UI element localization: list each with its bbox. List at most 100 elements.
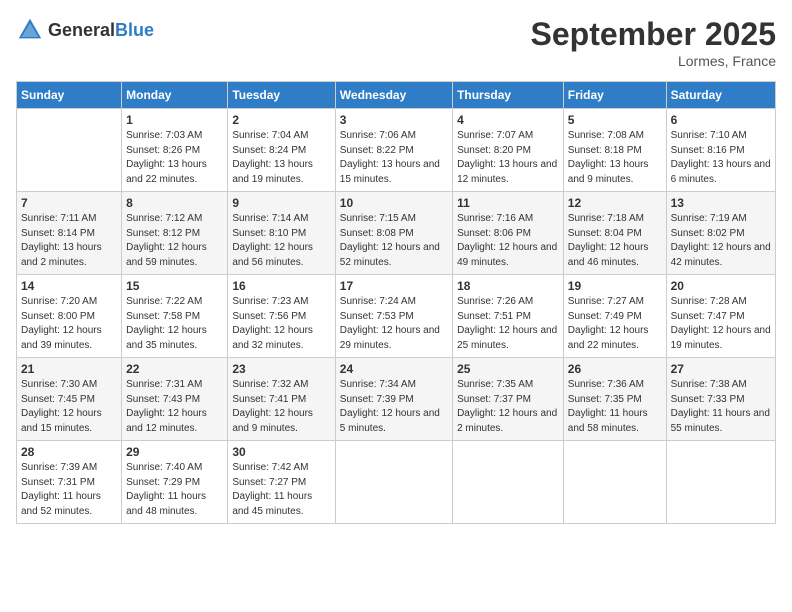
calendar-cell bbox=[17, 109, 122, 192]
day-number: 17 bbox=[340, 279, 448, 293]
logo-general: General bbox=[48, 20, 115, 40]
day-info: Sunrise: 7:23 AMSunset: 7:56 PMDaylight:… bbox=[232, 295, 330, 353]
day-info: Sunrise: 7:15 AMSunset: 8:08 PMDaylight:… bbox=[340, 212, 448, 270]
day-info: Sunrise: 7:03 AMSunset: 8:26 PMDaylight:… bbox=[126, 129, 223, 187]
day-number: 20 bbox=[671, 279, 771, 293]
day-number: 15 bbox=[126, 279, 223, 293]
day-number: 24 bbox=[340, 362, 448, 376]
calendar-cell: 29Sunrise: 7:40 AMSunset: 7:29 PMDayligh… bbox=[122, 441, 228, 524]
calendar-cell: 2 Sunrise: 7:04 AMSunset: 8:24 PMDaylight… bbox=[228, 109, 335, 192]
calendar-cell: 18 Sunrise: 7:26 AMSunset: 7:51 PMDayligh… bbox=[453, 275, 564, 358]
calendar-cell: 4 Sunrise: 7:07 AMSunset: 8:20 PMDaylight… bbox=[453, 109, 564, 192]
weekday-header: Sunday bbox=[17, 82, 122, 109]
calendar-cell: 12 Sunrise: 7:18 AMSunset: 8:04 PMDayligh… bbox=[563, 192, 666, 275]
day-info: Sunrise: 7:35 AMSunset: 7:37 PMDaylight:… bbox=[457, 378, 559, 436]
calendar-week-row: 21Sunrise: 7:30 AMSunset: 7:45 PMDayligh… bbox=[17, 358, 776, 441]
day-number: 9 bbox=[232, 196, 330, 210]
page-header: GeneralBlue September 2025 Lormes, Franc… bbox=[16, 16, 776, 69]
location: Lormes, France bbox=[531, 53, 776, 69]
day-info: Sunrise: 7:14 AMSunset: 8:10 PMDaylight:… bbox=[232, 212, 330, 270]
day-number: 4 bbox=[457, 113, 559, 127]
weekday-header: Saturday bbox=[666, 82, 775, 109]
calendar-cell: 3 Sunrise: 7:06 AMSunset: 8:22 PMDaylight… bbox=[335, 109, 452, 192]
month-title: September 2025 bbox=[531, 16, 776, 53]
weekday-header: Thursday bbox=[453, 82, 564, 109]
day-info: Sunrise: 7:18 AMSunset: 8:04 PMDaylight:… bbox=[568, 212, 662, 270]
calendar-cell: 27 Sunrise: 7:38 AMSunset: 7:33 PMDayligh… bbox=[666, 358, 775, 441]
day-number: 12 bbox=[568, 196, 662, 210]
calendar-week-row: 14 Sunrise: 7:20 AMSunset: 8:00 PMDayligh… bbox=[17, 275, 776, 358]
calendar-cell: 20 Sunrise: 7:28 AMSunset: 7:47 PMDayligh… bbox=[666, 275, 775, 358]
day-info: Sunrise: 7:20 AMSunset: 8:00 PMDaylight:… bbox=[21, 295, 117, 353]
logo-blue: Blue bbox=[115, 20, 154, 40]
calendar-cell: 16 Sunrise: 7:23 AMSunset: 7:56 PMDayligh… bbox=[228, 275, 335, 358]
day-info: Sunrise: 7:06 AMSunset: 8:22 PMDaylight:… bbox=[340, 129, 448, 187]
day-info: Sunrise: 7:24 AMSunset: 7:53 PMDaylight:… bbox=[340, 295, 448, 353]
calendar-cell: 11Sunrise: 7:16 AMSunset: 8:06 PMDayligh… bbox=[453, 192, 564, 275]
day-number: 13 bbox=[671, 196, 771, 210]
calendar-cell: 15Sunrise: 7:22 AMSunset: 7:58 PMDayligh… bbox=[122, 275, 228, 358]
day-info: Sunrise: 7:10 AMSunset: 8:16 PMDaylight:… bbox=[671, 129, 771, 187]
calendar-cell: 25 Sunrise: 7:35 AMSunset: 7:37 PMDayligh… bbox=[453, 358, 564, 441]
day-number: 25 bbox=[457, 362, 559, 376]
day-number: 7 bbox=[21, 196, 117, 210]
calendar-cell: 23Sunrise: 7:32 AMSunset: 7:41 PMDayligh… bbox=[228, 358, 335, 441]
day-info: Sunrise: 7:16 AMSunset: 8:06 PMDaylight:… bbox=[457, 212, 559, 270]
day-info: Sunrise: 7:39 AMSunset: 7:31 PMDaylight:… bbox=[21, 461, 117, 519]
day-number: 10 bbox=[340, 196, 448, 210]
day-info: Sunrise: 7:27 AMSunset: 7:49 PMDaylight:… bbox=[568, 295, 662, 353]
day-number: 2 bbox=[232, 113, 330, 127]
day-info: Sunrise: 7:34 AMSunset: 7:39 PMDaylight:… bbox=[340, 378, 448, 436]
logo: GeneralBlue bbox=[16, 16, 154, 44]
day-number: 28 bbox=[21, 445, 117, 459]
day-info: Sunrise: 7:04 AMSunset: 8:24 PMDaylight:… bbox=[232, 129, 330, 187]
day-number: 21 bbox=[21, 362, 117, 376]
calendar-cell bbox=[453, 441, 564, 524]
calendar-cell bbox=[335, 441, 452, 524]
day-number: 14 bbox=[21, 279, 117, 293]
calendar-cell: 28 Sunrise: 7:39 AMSunset: 7:31 PMDayligh… bbox=[17, 441, 122, 524]
day-info: Sunrise: 7:38 AMSunset: 7:33 PMDaylight:… bbox=[671, 378, 771, 436]
day-info: Sunrise: 7:36 AMSunset: 7:35 PMDaylight:… bbox=[568, 378, 662, 436]
weekday-header: Wednesday bbox=[335, 82, 452, 109]
calendar-cell: 8Sunrise: 7:12 AMSunset: 8:12 PMDaylight… bbox=[122, 192, 228, 275]
day-number: 3 bbox=[340, 113, 448, 127]
day-info: Sunrise: 7:28 AMSunset: 7:47 PMDaylight:… bbox=[671, 295, 771, 353]
logo-text: GeneralBlue bbox=[48, 20, 154, 41]
day-number: 5 bbox=[568, 113, 662, 127]
title-block: September 2025 Lormes, France bbox=[531, 16, 776, 69]
calendar-week-row: 1Sunrise: 7:03 AMSunset: 8:26 PMDaylight… bbox=[17, 109, 776, 192]
calendar-cell: 24 Sunrise: 7:34 AMSunset: 7:39 PMDayligh… bbox=[335, 358, 452, 441]
calendar-cell: 30Sunrise: 7:42 AMSunset: 7:27 PMDayligh… bbox=[228, 441, 335, 524]
calendar-week-row: 7Sunrise: 7:11 AMSunset: 8:14 PMDaylight… bbox=[17, 192, 776, 275]
day-info: Sunrise: 7:40 AMSunset: 7:29 PMDaylight:… bbox=[126, 461, 223, 519]
day-number: 27 bbox=[671, 362, 771, 376]
day-number: 26 bbox=[568, 362, 662, 376]
calendar-cell: 9 Sunrise: 7:14 AMSunset: 8:10 PMDaylight… bbox=[228, 192, 335, 275]
logo-icon bbox=[16, 16, 44, 44]
calendar-cell: 26 Sunrise: 7:36 AMSunset: 7:35 PMDayligh… bbox=[563, 358, 666, 441]
weekday-header: Friday bbox=[563, 82, 666, 109]
day-info: Sunrise: 7:26 AMSunset: 7:51 PMDaylight:… bbox=[457, 295, 559, 353]
day-info: Sunrise: 7:31 AMSunset: 7:43 PMDaylight:… bbox=[126, 378, 223, 436]
calendar-cell: 5 Sunrise: 7:08 AMSunset: 8:18 PMDaylight… bbox=[563, 109, 666, 192]
day-number: 22 bbox=[126, 362, 223, 376]
day-info: Sunrise: 7:08 AMSunset: 8:18 PMDaylight:… bbox=[568, 129, 662, 187]
day-number: 18 bbox=[457, 279, 559, 293]
day-info: Sunrise: 7:07 AMSunset: 8:20 PMDaylight:… bbox=[457, 129, 559, 187]
weekday-header: Monday bbox=[122, 82, 228, 109]
calendar-cell bbox=[666, 441, 775, 524]
day-number: 16 bbox=[232, 279, 330, 293]
calendar-cell: 19Sunrise: 7:27 AMSunset: 7:49 PMDayligh… bbox=[563, 275, 666, 358]
calendar-cell: 17 Sunrise: 7:24 AMSunset: 7:53 PMDayligh… bbox=[335, 275, 452, 358]
calendar-week-row: 28 Sunrise: 7:39 AMSunset: 7:31 PMDayligh… bbox=[17, 441, 776, 524]
calendar-cell: 1Sunrise: 7:03 AMSunset: 8:26 PMDaylight… bbox=[122, 109, 228, 192]
calendar-header-row: SundayMondayTuesdayWednesdayThursdayFrid… bbox=[17, 82, 776, 109]
calendar-table: SundayMondayTuesdayWednesdayThursdayFrid… bbox=[16, 81, 776, 524]
day-info: Sunrise: 7:19 AMSunset: 8:02 PMDaylight:… bbox=[671, 212, 771, 270]
day-number: 23 bbox=[232, 362, 330, 376]
calendar-cell bbox=[563, 441, 666, 524]
calendar-cell: 14 Sunrise: 7:20 AMSunset: 8:00 PMDayligh… bbox=[17, 275, 122, 358]
calendar-cell: 7Sunrise: 7:11 AMSunset: 8:14 PMDaylight… bbox=[17, 192, 122, 275]
calendar-cell: 13 Sunrise: 7:19 AMSunset: 8:02 PMDayligh… bbox=[666, 192, 775, 275]
